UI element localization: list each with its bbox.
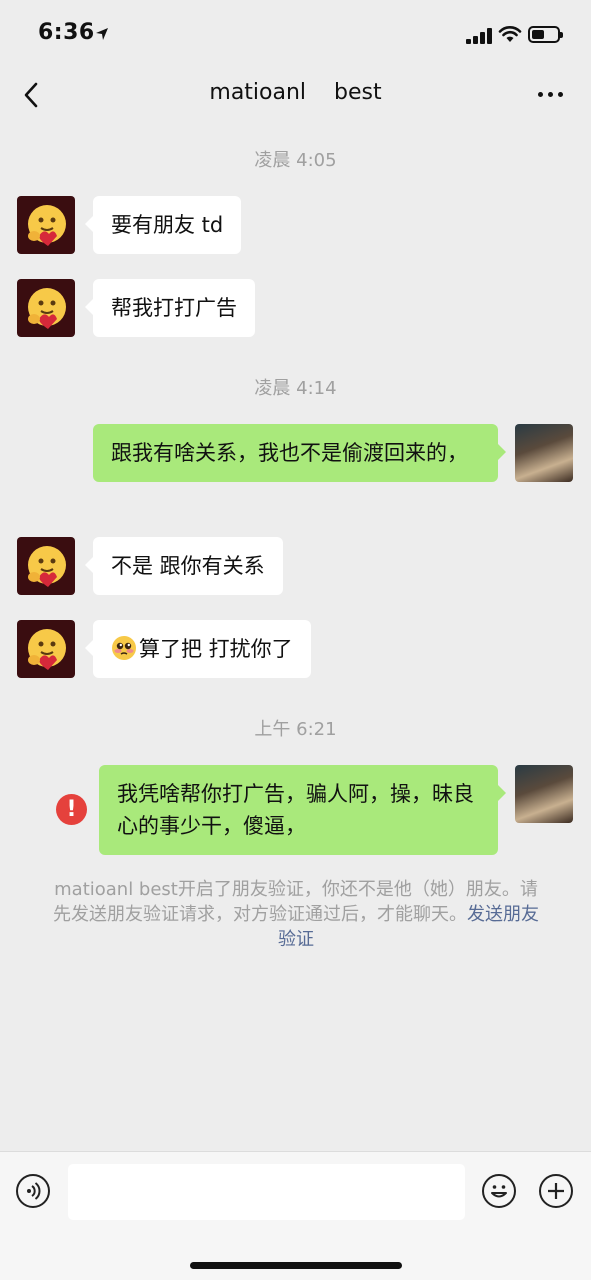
timestamp: 凌晨 4:14 [254,378,337,399]
message-bubble-sent[interactable]: 跟我有啥关系，我也不是偷渡回来的， [93,424,506,482]
battery-icon [528,26,563,43]
message-text: 帮我打打广告 [111,296,237,320]
status-bar: 6:36 [0,0,591,70]
chat-header: matioanl best [0,70,591,122]
voice-icon[interactable] [16,1174,50,1208]
my-avatar[interactable] [515,765,573,823]
send-failed-icon[interactable]: ! [56,794,87,825]
hugging-face-icon [28,288,66,329]
message-text: 不是 跟你有关系 [111,554,265,578]
plus-icon[interactable] [539,1174,573,1208]
message-bubble-sent[interactable]: 我凭啥帮你打广告，骗人阿，操，昧良心的事少干，傻逼， [99,765,506,855]
hugging-face-icon [28,629,66,670]
message-bubble-received[interactable]: 帮我打打广告 [85,279,255,337]
location-arrow-icon [96,28,108,40]
message-text: 要有朋友 td [111,213,224,237]
more-dots-icon[interactable] [536,86,566,102]
message-bubble-received[interactable]: 算了把 打扰你了 [85,620,311,678]
contact-avatar[interactable] [17,279,75,337]
message-text: 我凭啥帮你打广告，骗人阿，操，昧良心的事少干，傻逼， [117,782,474,838]
hugging-face-icon [28,205,66,246]
friend-verification-notice: matioanl best开启了朋友验证，你还不是他（她）朋友。请先发送朋友验证… [50,877,542,952]
contact-avatar[interactable] [17,196,75,254]
my-avatar[interactable] [515,424,573,482]
message-bubble-received[interactable]: 要有朋友 td [84,196,242,254]
contact-avatar[interactable] [17,620,75,678]
message-bubble-received[interactable]: 不是 跟你有关系 [85,537,283,595]
hugging-face-icon [28,546,66,587]
signal-icon [466,28,494,44]
pleading-face-icon [112,636,136,660]
message-text: 算了把 打扰你了 [139,637,293,661]
home-indicator [190,1262,402,1269]
status-time: 6:36 [38,20,95,45]
wifi-icon [498,26,522,42]
input-bar [0,1151,591,1280]
timestamp: 上午 6:21 [254,719,337,740]
emoji-icon[interactable] [482,1174,516,1208]
contact-avatar[interactable] [17,537,75,595]
timestamp: 凌晨 4:05 [254,150,337,171]
message-text: 跟我有啥关系，我也不是偷渡回来的， [111,441,468,465]
notice-text: matioanl best开启了朋友验证，你还不是他（她）朋友。请先发送朋友验证… [53,879,538,925]
message-input[interactable] [68,1164,465,1220]
chat-title: matioanl best [209,80,382,105]
